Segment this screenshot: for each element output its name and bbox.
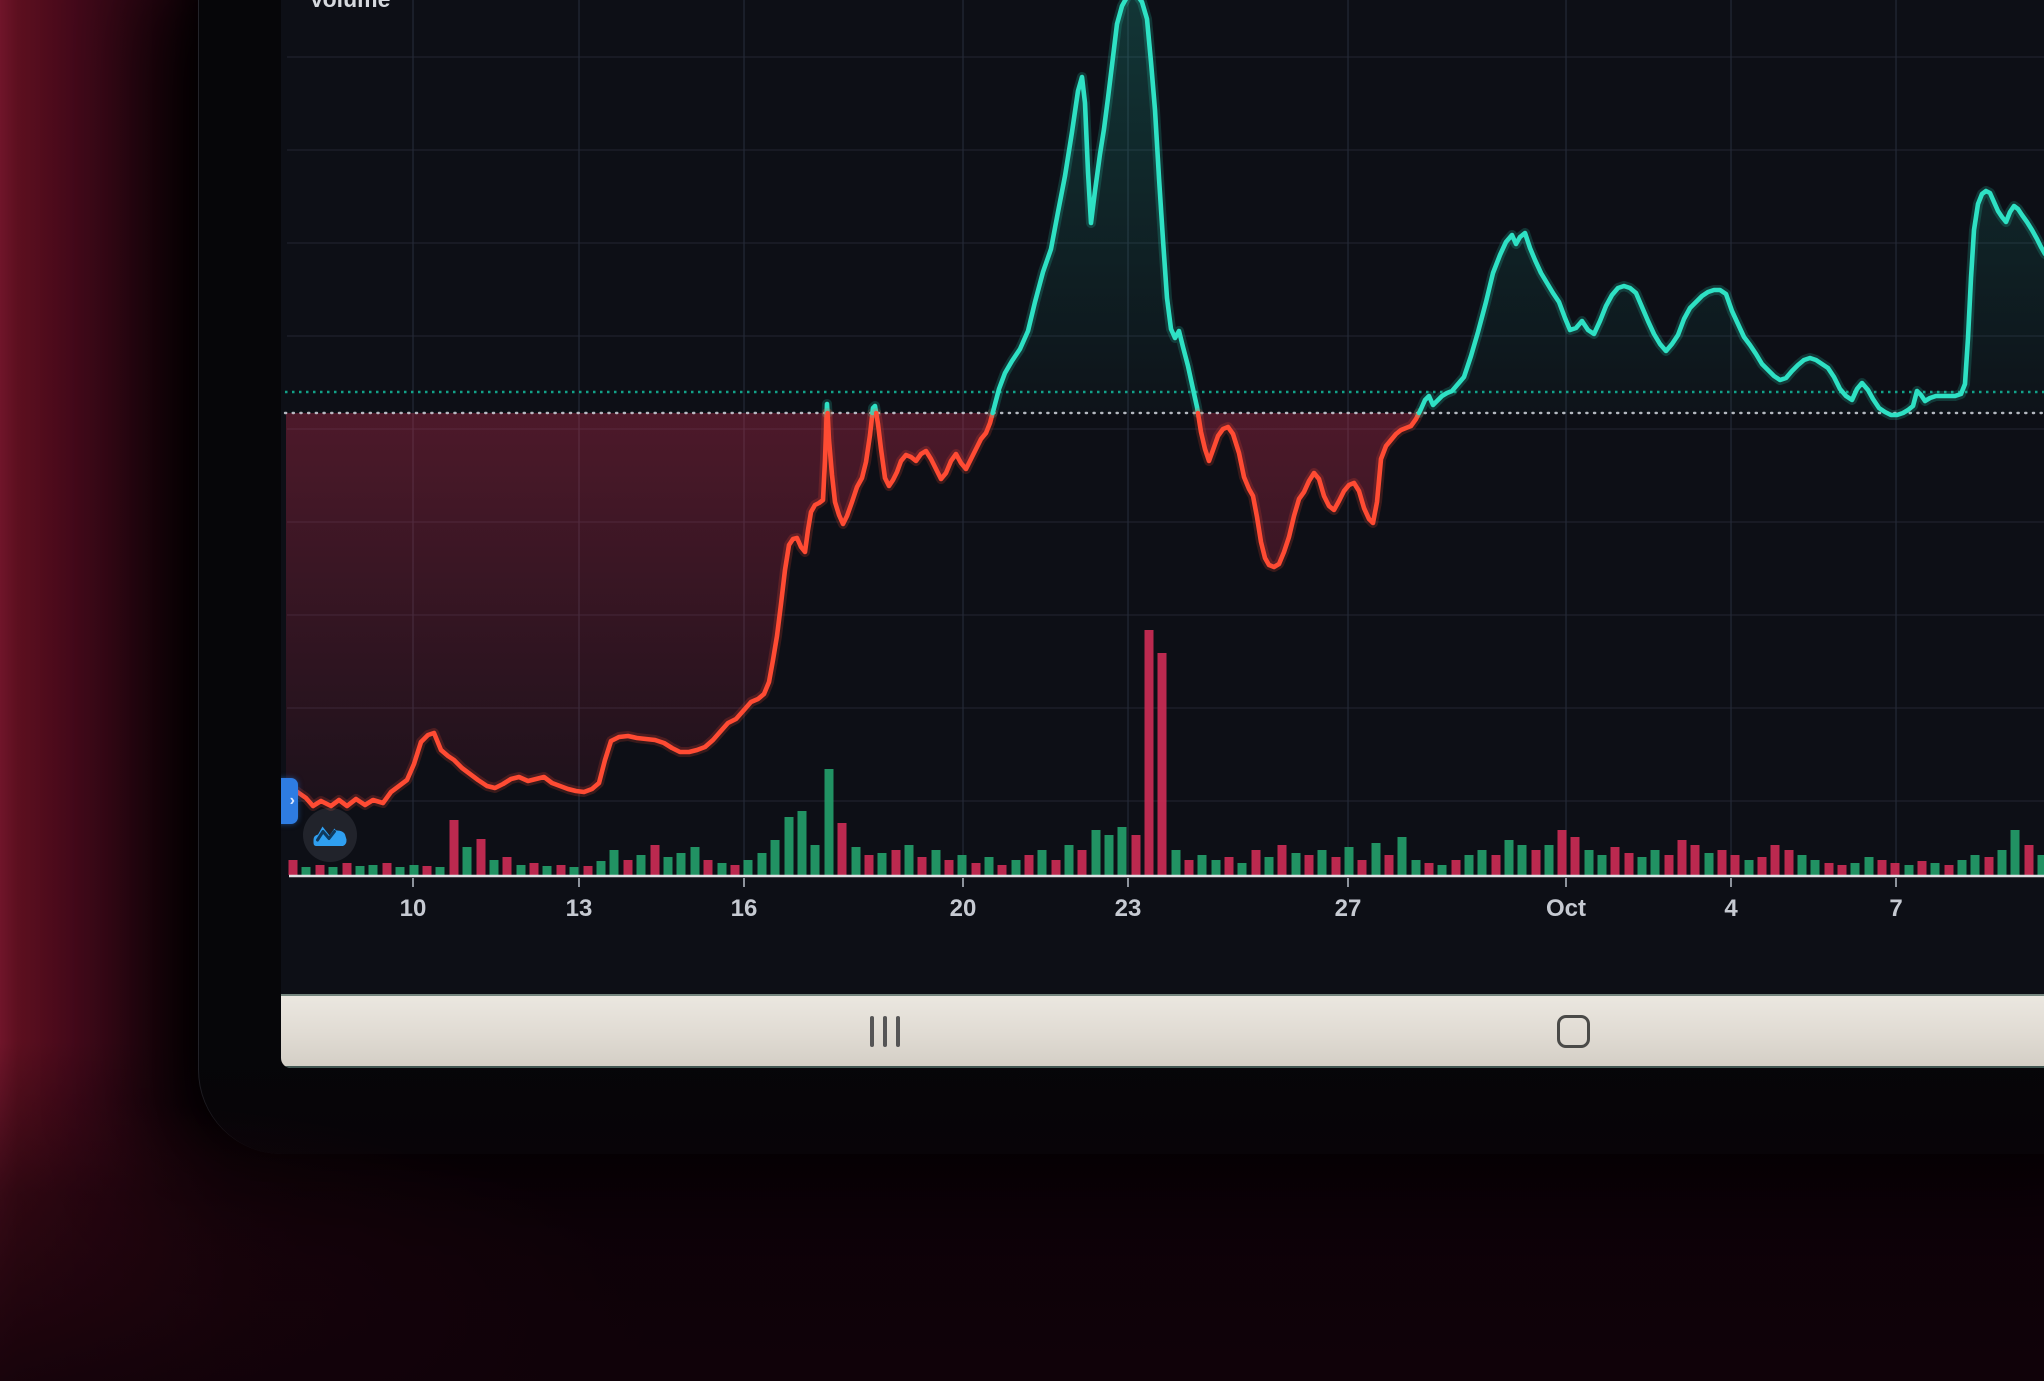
home-icon <box>1557 1015 1590 1048</box>
photo-scene: 10 13 16 20 23 27 Oct 4 7 0.0...002622 · (-0.99%… <box>0 0 2044 1381</box>
x-axis-label: 7 <box>1889 895 1902 922</box>
recents-icon <box>870 1016 874 1047</box>
side-panel-toggle[interactable]: › <box>281 778 298 824</box>
x-axis-label: 16 <box>731 895 758 922</box>
wall-shadow <box>0 1041 2044 1381</box>
x-axis-label: 10 <box>400 895 427 922</box>
chart-header: 0.0...002622 · (-0.99%) Volume <box>309 0 578 14</box>
x-axis-label: 20 <box>950 895 977 922</box>
price-volume-chart[interactable]: 10 13 16 20 23 27 Oct 4 7 <box>281 0 2044 936</box>
x-axis-label: 27 <box>1335 895 1362 922</box>
recents-button[interactable] <box>845 996 925 1066</box>
x-axis-label: Oct <box>1546 895 1586 922</box>
indicator-label: Volume <box>309 0 578 14</box>
x-axis-label: 23 <box>1115 895 1142 922</box>
tablet-device: 10 13 16 20 23 27 Oct 4 7 0.0...002622 · (-0.99%… <box>198 0 2044 1154</box>
mountain-chart-icon <box>312 821 348 849</box>
tablet-screen: 10 13 16 20 23 27 Oct 4 7 0.0...002622 · (-0.99%… <box>281 0 2044 1068</box>
system-navbar <box>281 994 2044 1068</box>
home-button[interactable] <box>1533 996 1613 1066</box>
watermark-badge <box>303 808 357 862</box>
x-axis-label: 4 <box>1724 895 1738 922</box>
back-button[interactable] <box>2023 996 2044 1066</box>
x-axis-label: 13 <box>566 895 593 922</box>
chevron-right-icon: › <box>290 792 295 810</box>
